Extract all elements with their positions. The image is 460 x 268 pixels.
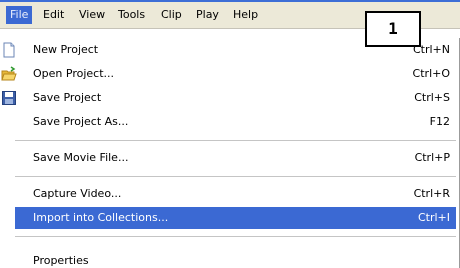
file-menu-dropdown: New Project Ctrl+N Open Project... Ctrl+… [0, 38, 460, 268]
menu-play[interactable]: Play [192, 6, 223, 24]
menu-item-shortcut: Ctrl+I [417, 211, 450, 224]
menu-item-label: Save Project As... [33, 115, 129, 128]
menu-separator [15, 236, 456, 237]
menu-item-label: New Project [33, 43, 99, 56]
menu-item-shortcut: Ctrl+R [413, 187, 450, 200]
save-floppy-icon [1, 90, 17, 106]
menu-item-capture-video[interactable]: Capture Video... Ctrl+R [15, 183, 456, 205]
menu-item-label: Save Movie File... [33, 151, 129, 164]
menu-item-label: Capture Video... [33, 187, 122, 200]
menu-view[interactable]: View [75, 6, 109, 24]
menu-item-import-into-collections[interactable]: Import into Collections... Ctrl+I [15, 207, 456, 229]
menu-item-label: Import into Collections... [33, 211, 169, 224]
menu-item-shortcut: Ctrl+S [414, 91, 450, 104]
menu-item-shortcut: Ctrl+P [414, 151, 450, 164]
menu-item-open-project[interactable]: Open Project... Ctrl+O [1, 63, 456, 85]
menu-tools[interactable]: Tools [114, 6, 149, 24]
menu-item-save-project[interactable]: Save Project Ctrl+S [2, 87, 456, 109]
menu-item-properties[interactable]: Properties [15, 254, 456, 268]
menu-item-shortcut: F12 [429, 115, 450, 128]
menu-item-label: Save Project [33, 91, 102, 104]
menu-edit[interactable]: Edit [39, 6, 68, 24]
menu-item-save-project-as[interactable]: Save Project As... F12 [15, 111, 456, 133]
menu-item-label: Properties [33, 254, 89, 267]
menu-item-save-movie-file[interactable]: Save Movie File... Ctrl+P [15, 147, 456, 169]
menu-item-label: Open Project... [33, 67, 115, 80]
new-document-icon [1, 42, 17, 58]
menu-help[interactable]: Help [229, 6, 262, 24]
step-number-callout: 1 [365, 11, 421, 47]
open-folder-icon [1, 66, 17, 82]
menu-clip[interactable]: Clip [157, 6, 186, 24]
menu-separator [15, 176, 456, 177]
menu-separator [15, 140, 456, 141]
menu-item-shortcut: Ctrl+O [412, 67, 450, 80]
menu-file[interactable]: File [6, 6, 33, 24]
